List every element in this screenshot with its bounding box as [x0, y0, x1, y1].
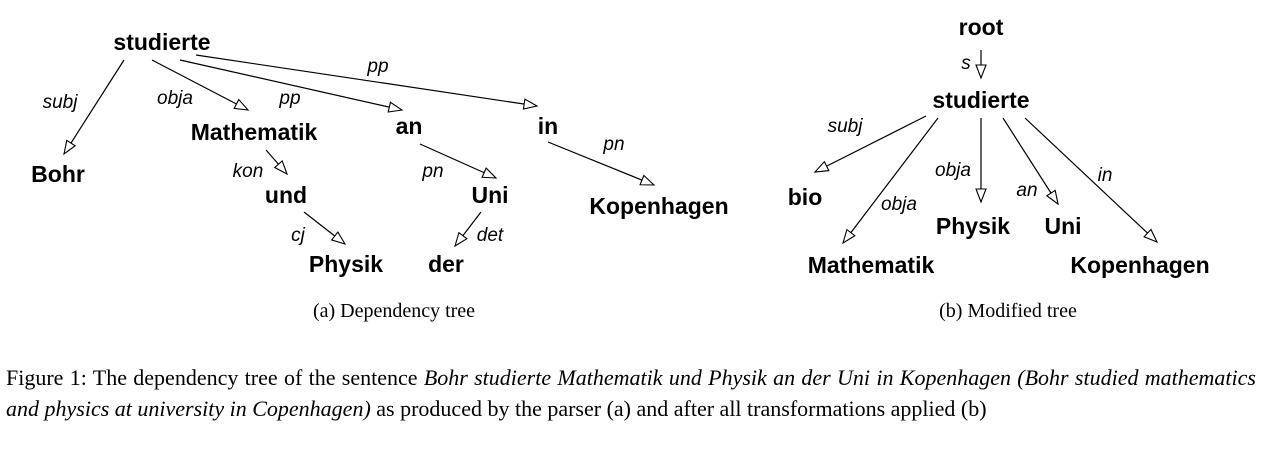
edge-uni-der: det [454, 211, 504, 248]
arrowhead [454, 231, 468, 248]
node-studierte: studierte [932, 87, 1029, 113]
edge-studierte-in: pp [195, 54, 539, 110]
arrowhead [975, 188, 987, 204]
arrowhead [63, 139, 77, 156]
figure: subj obja pp pp kon cj pn det pn studierte Bohr Mat… [0, 0, 1266, 460]
node-bio: bio [788, 184, 823, 210]
figure-caption: Figure 1: The dependency tree of the sen… [6, 362, 1256, 424]
edge-studierte-mathematik: obja [151, 59, 250, 111]
node-der: der [428, 251, 464, 277]
arrowhead [330, 231, 347, 245]
arrowhead [387, 101, 404, 113]
edge-label: obja [881, 194, 917, 215]
edge-label: s [961, 53, 971, 74]
tree-a-caption: (a) Dependency tree [313, 300, 475, 322]
node-uni: Uni [1044, 213, 1081, 239]
node-physik: Physik [936, 213, 1010, 239]
edge-studierte-bio: subj [813, 115, 927, 173]
arrowhead [1045, 189, 1059, 206]
edge-label: subj [828, 116, 864, 137]
edge-label: pp [366, 56, 388, 77]
node-kopenhagen: Kopenhagen [589, 193, 728, 219]
edge-label: kon [233, 161, 264, 182]
edge-studierte-bohr: subj [43, 59, 125, 156]
node-in: in [538, 113, 558, 139]
edge-und-physik: cj [291, 211, 347, 246]
edge-label: pn [421, 161, 443, 182]
node-root: root [959, 14, 1004, 40]
edge-label: subj [43, 92, 79, 113]
edge-an-uni: pn [419, 143, 498, 182]
edge-mathematik-und: kon [233, 149, 289, 182]
node-mathematik: Mathematik [808, 252, 935, 278]
edge-line [547, 141, 655, 186]
arrowhead [813, 160, 830, 173]
edge-label: pn [602, 134, 624, 155]
edge-label: pp [278, 88, 300, 109]
edge-label: cj [291, 225, 306, 246]
arrowhead [233, 98, 250, 111]
node-physik: Physik [309, 251, 383, 277]
node-uni: Uni [471, 182, 508, 208]
node-studierte: studierte [113, 29, 210, 55]
edge-label: det [477, 225, 504, 246]
edge-root-studierte: s [961, 50, 987, 80]
node-bohr: Bohr [31, 161, 85, 187]
edge-label: in [1098, 165, 1113, 186]
edge-label: obja [935, 160, 971, 181]
arrowhead [639, 174, 656, 186]
edge-label: obja [157, 88, 193, 109]
edge-studierte-uni: an [1002, 117, 1059, 206]
node-und: und [265, 182, 307, 208]
node-mathematik: Mathematik [191, 119, 318, 145]
tree-b-group: s subj obja obja an in root studierte bio Mathema… [788, 14, 1210, 322]
caption-suffix: as produced by the parser (a) and after … [370, 396, 987, 421]
arrowhead [481, 167, 498, 179]
node-kopenhagen: Kopenhagen [1070, 252, 1209, 278]
caption-prefix: Figure 1: The dependency tree of the sen… [6, 365, 424, 390]
arrowhead [522, 98, 539, 110]
node-an: an [396, 113, 423, 139]
edge-in-kopenhagen: pn [547, 134, 656, 186]
arrowhead [975, 64, 987, 80]
edge-studierte-physik: obja [935, 118, 987, 204]
dependency-diagrams: subj obja pp pp kon cj pn det pn studierte Bohr Mat… [31, 14, 1210, 322]
tree-a-group: subj obja pp pp kon cj pn det pn studierte Bohr Mat… [31, 29, 728, 322]
edge-label: an [1016, 180, 1037, 201]
tree-b-caption: (b) Modified tree [939, 300, 1077, 322]
arrowhead [842, 228, 856, 245]
